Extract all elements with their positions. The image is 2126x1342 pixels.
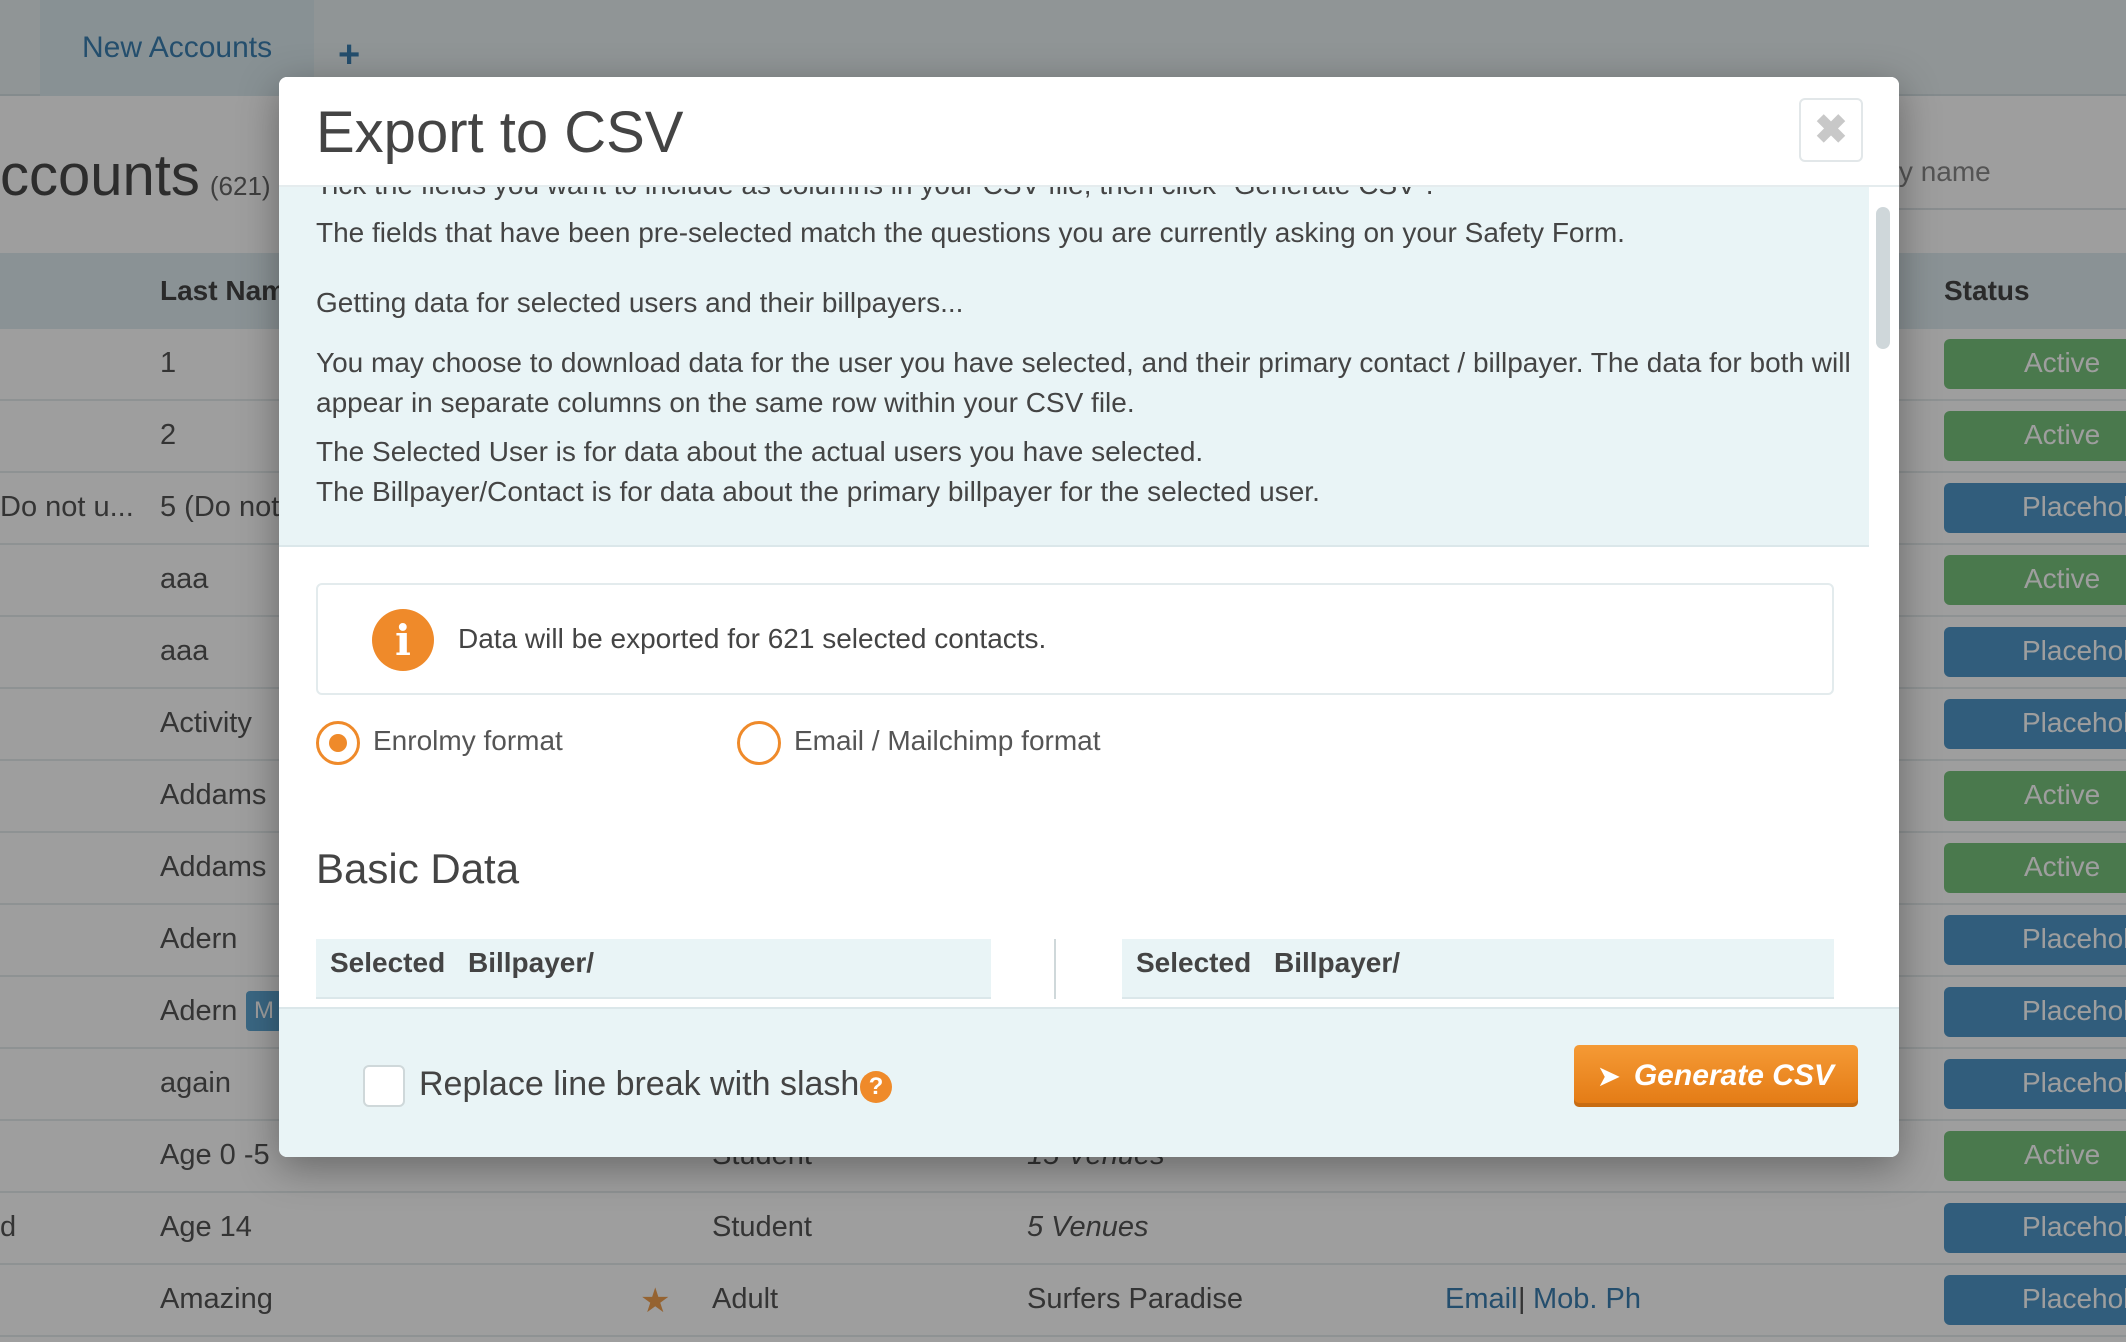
column-header-billpayer: Billpayer/ — [468, 947, 595, 978]
export-count-text: Data will be exported for 621 selected c… — [458, 623, 1047, 654]
export-info-box: i Data will be exported for 621 selected… — [316, 583, 1834, 695]
column-header-billpayer: Billpayer/ — [1274, 947, 1401, 978]
column-divider — [1054, 939, 1056, 999]
generate-csv-button[interactable]: ➤ Generate CSV — [1574, 1045, 1858, 1107]
instruction-line: Tick the fields you want to include as c… — [316, 187, 1434, 201]
column-header-selected-user: Selected — [330, 947, 446, 978]
chevron-right-icon: ➤ — [1598, 1060, 1620, 1091]
enrolmy-format-radio[interactable] — [316, 721, 360, 765]
modal-footer: Replace line break with slash ? ➤ Genera… — [279, 1007, 1899, 1157]
modal-scrollbar[interactable] — [1876, 207, 1890, 349]
enrolmy-format-label[interactable]: Enrolmy format — [373, 725, 563, 757]
instruction-line: The Billpayer/Contact is for data about … — [316, 476, 1320, 507]
instruction-line: appear in separate columns on the same r… — [316, 387, 1135, 418]
close-button[interactable]: ✖ — [1799, 98, 1863, 162]
info-icon: i — [372, 609, 434, 671]
section-title-basic-data: Basic Data — [316, 845, 520, 892]
field-table-header-left: Selected Billpayer/ — [316, 939, 991, 999]
mailchimp-format-radio[interactable] — [737, 721, 781, 765]
modal-body: Tick the fields you want to include as c… — [279, 187, 1869, 1007]
export-csv-modal: Export to CSV ✖ Tick the fields you want… — [279, 77, 1899, 1157]
instruction-line: The Selected User is for data about the … — [316, 436, 1204, 467]
instructions-panel: Tick the fields you want to include as c… — [279, 187, 1869, 547]
loading-status: Getting data for selected users and thei… — [316, 287, 964, 318]
help-icon[interactable]: ? — [860, 1071, 892, 1103]
modal-title: Export to CSV — [316, 100, 684, 165]
field-table-header-right: Selected Billpayer/ — [1122, 939, 1834, 999]
instruction-line: You may choose to download data for the … — [316, 347, 1851, 378]
column-header-selected-user: Selected — [1136, 947, 1252, 978]
instruction-line: The fields that have been pre-selected m… — [316, 217, 1625, 248]
generate-csv-label: Generate CSV — [1633, 1059, 1834, 1092]
replace-line-break-label[interactable]: Replace line break with slash — [419, 1065, 859, 1104]
close-icon: ✖ — [1814, 108, 1848, 152]
replace-line-break-checkbox[interactable] — [363, 1065, 405, 1107]
mailchimp-format-label[interactable]: Email / Mailchimp format — [794, 725, 1101, 757]
modal-header: Export to CSV ✖ — [279, 77, 1899, 187]
